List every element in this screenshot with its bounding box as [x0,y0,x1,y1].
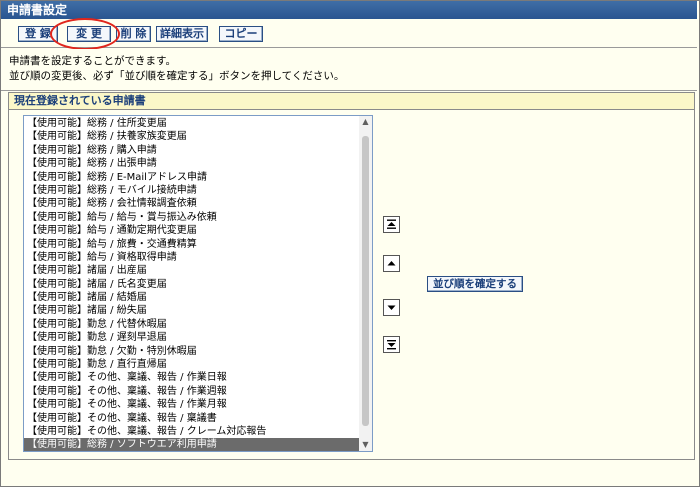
list-item[interactable]: 【使用可能】総務 / 住所変更届 [24,117,360,130]
list-item[interactable]: 【使用可能】その他、稟議、報告 / 稟議書 [24,412,360,425]
list-item[interactable]: 【使用可能】諸届 / 紛失届 [24,304,360,317]
list-item[interactable]: 【使用可能】諸届 / 結婚届 [24,291,360,304]
bottom-bar [1,463,697,485]
list-item[interactable]: 【使用可能】総務 / 購入申請 [24,144,360,157]
list-item[interactable]: 【使用可能】諸届 / 氏名変更届 [24,278,360,291]
move-down-button[interactable] [383,299,400,316]
description: 申請書を設定することができます。 並び順の変更後、必ず「並び順を確定する」ボタン… [1,49,697,91]
description-line-2: 並び順の変更後、必ず「並び順を確定する」ボタンを押してください。 [9,70,345,82]
list-item[interactable]: 【使用可能】総務 / 会社情報調査依頼 [24,197,360,210]
move-up-icon [387,261,396,266]
list-item[interactable]: 【使用可能】給与 / 資格取得申請 [24,251,360,264]
move-top-button[interactable] [383,216,400,233]
window-title: 申請書設定 [1,1,697,19]
change-button[interactable]: 変 更 [67,26,111,42]
list-item[interactable]: 【使用可能】給与 / 旅費・交通費精算 [24,238,360,251]
description-line-1: 申請書を設定することができます。 [9,55,176,67]
list-item[interactable]: 【使用可能】その他、稟議、報告 / 作業日報 [24,371,360,384]
list-item[interactable]: 【使用可能】諸届 / 出産届 [24,264,360,277]
scroll-thumb[interactable] [362,136,369,426]
section-title: 現在登録されている申請書 [9,93,694,110]
move-up-button[interactable] [383,255,400,272]
register-button[interactable]: 登 録 [18,26,58,42]
list-item[interactable]: 【使用可能】総務 / 扶養家族変更届 [24,130,360,143]
list-item[interactable]: 【使用可能】総務 / ソフトウエア利用申請 [24,438,360,451]
delete-button[interactable]: 削 除 [116,26,151,42]
move-bottom-button[interactable] [383,336,400,353]
list-item[interactable]: 【使用可能】総務 / 出張申請 [24,157,360,170]
list-item[interactable]: 【使用可能】総務 / E-Mailアドレス申請 [24,171,360,184]
scroll-down-icon[interactable]: ▼ [359,439,372,451]
move-top-icon [387,219,396,229]
scroll-up-icon[interactable]: ▲ [359,116,372,128]
list-item[interactable]: 【使用可能】その他、稟議、報告 / 作業月報 [24,398,360,411]
forms-listbox[interactable]: 【使用可能】総務 / 住所変更届 【使用可能】総務 / 扶養家族変更届 【使用可能】… [23,115,373,452]
forms-list: 【使用可能】総務 / 住所変更届 【使用可能】総務 / 扶養家族変更届 【使用可能】… [24,117,360,451]
move-down-icon [387,305,396,310]
list-item[interactable]: 【使用可能】その他、稟議、報告 / 作業週報 [24,385,360,398]
list-item[interactable]: 【使用可能】勤怠 / 代替休暇届 [24,318,360,331]
move-bottom-icon [387,340,396,350]
copy-button[interactable]: コピー [219,26,263,42]
confirm-order-button[interactable]: 並び順を確定する [427,276,523,292]
registered-forms-section: 現在登録されている申請書 【使用可能】総務 / 住所変更届 【使用可能】総務 / … [8,92,695,460]
list-item[interactable]: 【使用可能】勤怠 / 直行直帰届 [24,358,360,371]
list-item[interactable]: 【使用可能】給与 / 通勤定期代変更届 [24,224,360,237]
list-item[interactable]: 【使用可能】その他、稟議、報告 / クレーム対応報告 [24,425,360,438]
list-item[interactable]: 【使用可能】給与 / 給与・賞与振込み依頼 [24,211,360,224]
list-item[interactable]: 【使用可能】勤怠 / 欠勤・特別休暇届 [24,345,360,358]
list-scrollbar[interactable]: ▲ ▼ [359,116,372,451]
list-item[interactable]: 【使用可能】総務 / モバイル接続申請 [24,184,360,197]
detail-view-button[interactable]: 詳細表示 [156,26,208,42]
list-item[interactable]: 【使用可能】勤怠 / 遅刻早退届 [24,331,360,344]
toolbar: 登 録 変 更 削 除 詳細表示 コピー [1,20,697,48]
